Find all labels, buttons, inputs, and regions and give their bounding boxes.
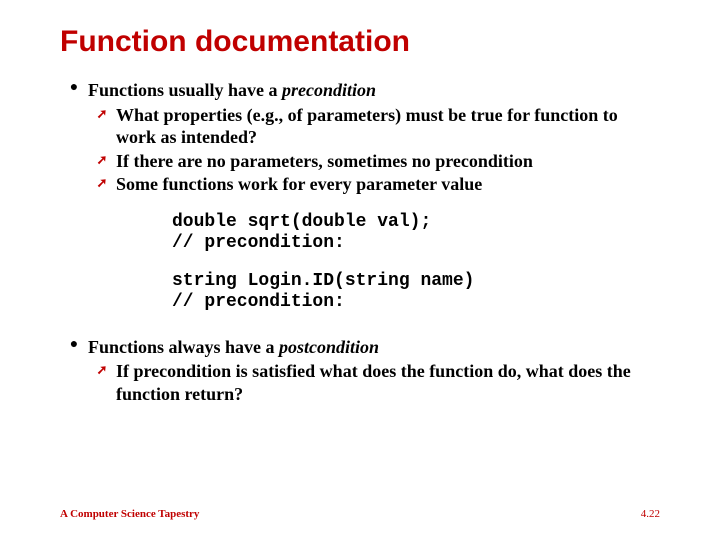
- em: precondition: [282, 80, 376, 100]
- bullet-precondition: ● Functions usually have a precondition: [60, 79, 660, 102]
- sub-text: Some functions work for every parameter …: [116, 173, 660, 196]
- lead: Functions usually have a: [88, 80, 282, 100]
- bullet-postcondition: ● Functions always have a postcondition: [60, 336, 660, 359]
- arrow-icon: ➚: [88, 175, 116, 198]
- sub-item: ➚ Some functions work for every paramete…: [60, 173, 660, 196]
- sub-item: ➚ If precondition is satisfied what does…: [60, 360, 660, 405]
- sub-text: What properties (e.g., of parameters) mu…: [116, 104, 660, 149]
- footer-right: 4.22: [641, 508, 660, 520]
- lead: Functions always have a: [88, 337, 279, 357]
- sub-text: If precondition is satisfied what does t…: [116, 360, 660, 405]
- em: postcondition: [279, 337, 379, 357]
- sub-text: If there are no parameters, sometimes no…: [116, 150, 660, 173]
- bullet-postcondition-text: Functions always have a postcondition: [88, 336, 660, 359]
- sub-item: ➚ If there are no parameters, sometimes …: [60, 150, 660, 173]
- arrow-icon: ➚: [88, 152, 116, 175]
- footer-left: A Computer Science Tapestry: [60, 508, 199, 520]
- arrow-icon: ➚: [88, 106, 116, 151]
- slide-title: Function documentation: [60, 25, 660, 59]
- dot-icon: ●: [60, 336, 88, 359]
- bullet-precondition-text: Functions usually have a precondition: [88, 79, 660, 102]
- code-sqrt: double sqrt(double val); // precondition…: [172, 212, 660, 255]
- sub-item: ➚ What properties (e.g., of parameters) …: [60, 104, 660, 149]
- arrow-icon: ➚: [88, 362, 116, 407]
- slide: Function documentation ● Functions usual…: [0, 0, 720, 540]
- dot-icon: ●: [60, 79, 88, 102]
- code-loginid: string Login.ID(string name) // precondi…: [172, 271, 660, 314]
